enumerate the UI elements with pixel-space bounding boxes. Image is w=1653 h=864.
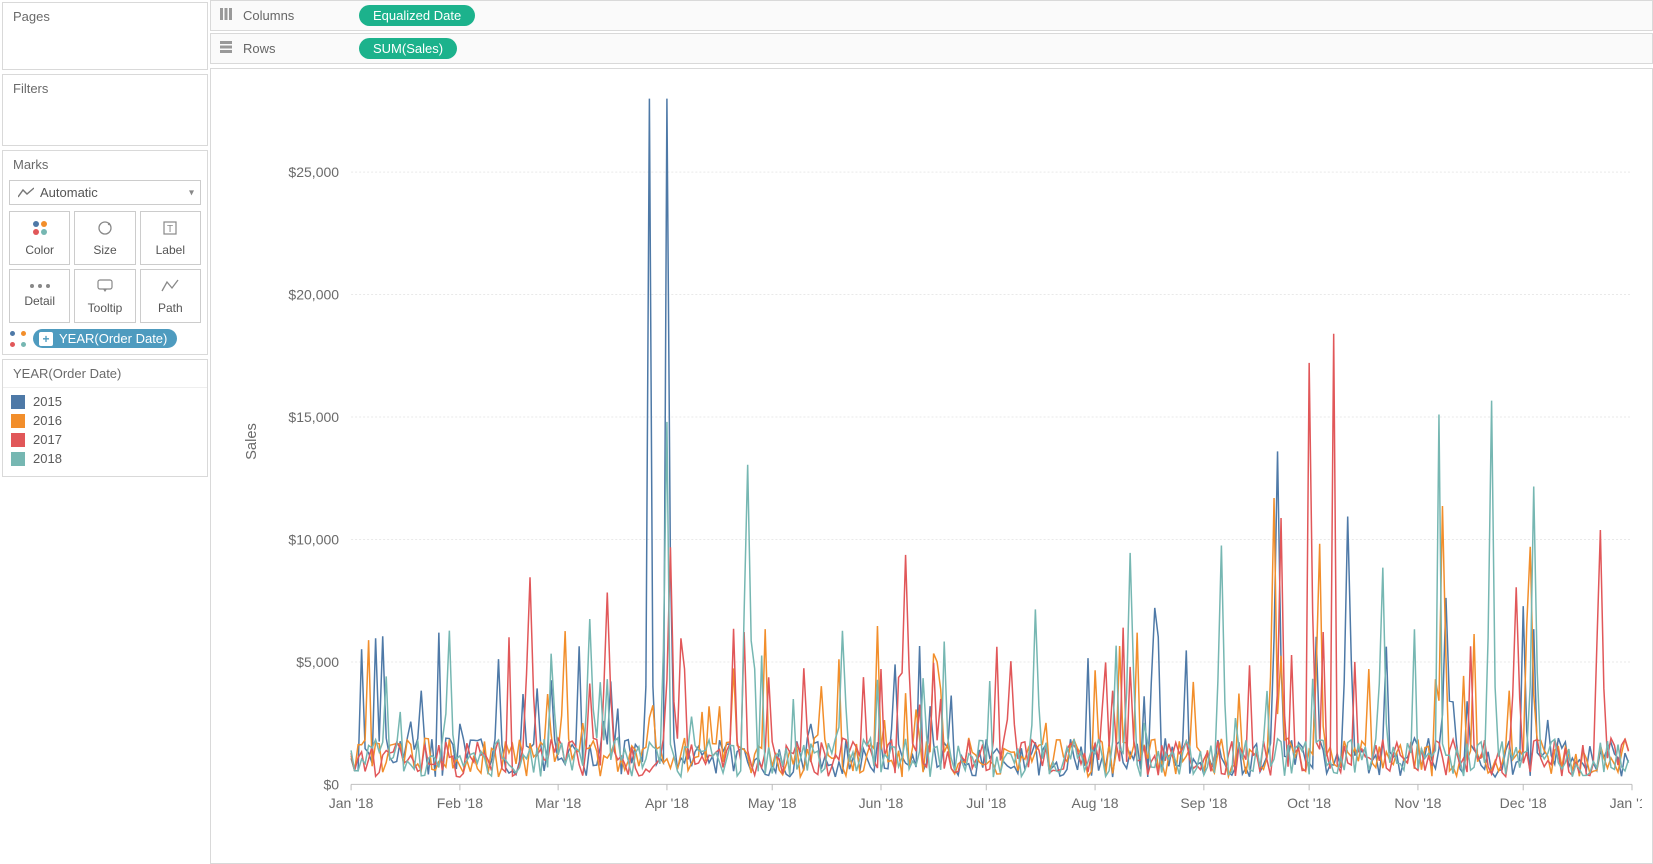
marks-pill-label: YEAR(Order Date) <box>59 331 167 346</box>
svg-text:T: T <box>167 224 173 235</box>
legend-item[interactable]: 2017 <box>9 430 201 449</box>
series-2018 <box>351 401 1628 777</box>
detail-icon <box>30 284 50 288</box>
legend-card: YEAR(Order Date) 2015 2016 2017 2018 <box>2 359 208 477</box>
chart-viewport[interactable]: $0 $5,000 $10,000 $15,000 $20,000 $25,000 Sale… <box>210 68 1653 864</box>
rows-pill[interactable]: SUM(Sales) <box>359 38 457 59</box>
legend-label: 2015 <box>33 394 62 409</box>
mark-label-label: Label <box>156 243 185 257</box>
svg-text:$25,000: $25,000 <box>288 164 339 180</box>
rows-shelf[interactable]: Rows SUM(Sales) <box>210 33 1653 64</box>
columns-shelf-label-wrap: Columns <box>219 7 349 24</box>
svg-text:Jan '19: Jan '19 <box>1610 795 1642 811</box>
color-dots-icon <box>31 219 49 237</box>
mark-color-label: Color <box>25 243 54 257</box>
legend-swatch <box>11 395 25 409</box>
pages-card[interactable]: Pages <box>2 2 208 70</box>
mark-type-label: Automatic <box>40 185 98 200</box>
rows-pill-label: SUM(Sales) <box>373 41 443 56</box>
sales-line-chart: $0 $5,000 $10,000 $15,000 $20,000 $25,000 Sale… <box>221 79 1642 853</box>
svg-text:Feb '18: Feb '18 <box>437 795 484 811</box>
pages-title: Pages <box>3 3 207 30</box>
mark-buttons-grid: Color Size T Label Detail Tooltip <box>3 211 207 323</box>
legend-label: 2016 <box>33 413 62 428</box>
svg-text:Nov '18: Nov '18 <box>1394 795 1441 811</box>
mark-size-button[interactable]: Size <box>74 211 135 265</box>
svg-text:$10,000: $10,000 <box>288 532 339 548</box>
rows-icon <box>219 40 235 57</box>
marks-card: Marks Automatic ▾ Color <box>2 150 208 355</box>
svg-text:Sep '18: Sep '18 <box>1180 795 1227 811</box>
legend-title: YEAR(Order Date) <box>3 360 207 388</box>
mark-detail-label: Detail <box>24 294 55 308</box>
legend-swatch <box>11 433 25 447</box>
mark-detail-button[interactable]: Detail <box>9 269 70 323</box>
legend-item[interactable]: 2018 <box>9 449 201 468</box>
svg-text:Oct '18: Oct '18 <box>1287 795 1331 811</box>
marks-pill-row: + YEAR(Order Date) <box>3 323 207 354</box>
svg-text:May '18: May '18 <box>748 795 797 811</box>
legend-body: 2015 2016 2017 2018 <box>3 388 207 476</box>
mark-path-button[interactable]: Path <box>140 269 201 323</box>
filters-card[interactable]: Filters <box>2 74 208 146</box>
columns-shelf[interactable]: Columns Equalized Date <box>210 0 1653 31</box>
line-icon <box>18 187 34 199</box>
rows-shelf-label-wrap: Rows <box>219 40 349 57</box>
tooltip-icon <box>95 277 115 295</box>
chevron-down-icon: ▾ <box>189 187 194 198</box>
size-icon <box>95 219 115 237</box>
svg-text:Dec '18: Dec '18 <box>1500 795 1547 811</box>
legend-swatch <box>11 452 25 466</box>
marks-color-pill[interactable]: + YEAR(Order Date) <box>33 329 177 348</box>
mark-size-label: Size <box>93 243 116 257</box>
svg-text:Mar '18: Mar '18 <box>535 795 582 811</box>
rows-label: Rows <box>243 41 276 56</box>
columns-icon <box>219 7 235 24</box>
legend-label: 2018 <box>33 451 62 466</box>
svg-text:$0: $0 <box>323 776 339 792</box>
svg-text:$5,000: $5,000 <box>296 654 339 670</box>
legend-label: 2017 <box>33 432 62 447</box>
svg-text:Sales: Sales <box>244 423 260 460</box>
label-icon: T <box>160 219 180 237</box>
shelves: Columns Equalized Date Rows SUM(Sales) <box>210 0 1653 64</box>
columns-pill[interactable]: Equalized Date <box>359 5 475 26</box>
columns-label: Columns <box>243 8 294 23</box>
legend-item[interactable]: 2015 <box>9 392 201 411</box>
mark-label-button[interactable]: T Label <box>140 211 201 265</box>
color-dots-icon <box>9 330 27 348</box>
svg-text:Jul '18: Jul '18 <box>966 795 1006 811</box>
mark-path-label: Path <box>158 301 183 315</box>
legend-item[interactable]: 2016 <box>9 411 201 430</box>
svg-text:$20,000: $20,000 <box>288 287 339 303</box>
svg-text:Apr '18: Apr '18 <box>645 795 689 811</box>
svg-text:Jun '18: Jun '18 <box>859 795 904 811</box>
path-icon <box>160 277 180 295</box>
plus-icon: + <box>39 332 53 346</box>
svg-text:Jan '18: Jan '18 <box>329 795 374 811</box>
mark-type-dropdown[interactable]: Automatic ▾ <box>9 180 201 205</box>
legend-swatch <box>11 414 25 428</box>
filters-title: Filters <box>3 75 207 102</box>
mark-tooltip-label: Tooltip <box>88 301 123 315</box>
columns-pill-label: Equalized Date <box>373 8 461 23</box>
marks-title: Marks <box>3 151 207 178</box>
sidebar: Pages Filters Marks Automatic ▾ <box>0 0 210 864</box>
svg-text:Aug '18: Aug '18 <box>1072 795 1119 811</box>
main-area: Columns Equalized Date Rows SUM(Sales) <box>210 0 1653 864</box>
mark-tooltip-button[interactable]: Tooltip <box>74 269 135 323</box>
app-root: Pages Filters Marks Automatic ▾ <box>0 0 1653 864</box>
svg-text:$15,000: $15,000 <box>288 409 339 425</box>
mark-color-button[interactable]: Color <box>9 211 70 265</box>
